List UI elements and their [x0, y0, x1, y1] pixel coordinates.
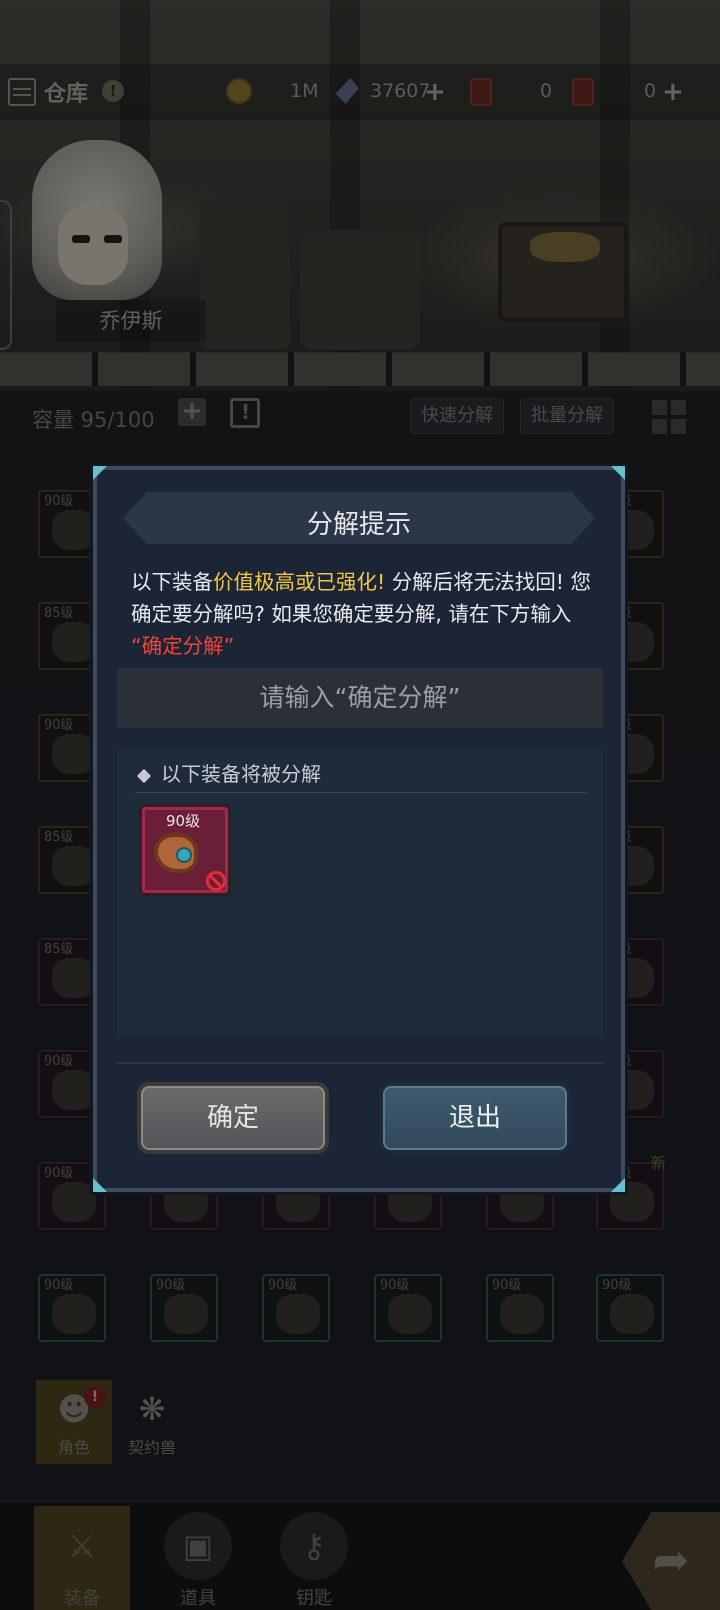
list-header-label: 以下装备将被分解	[161, 762, 321, 786]
confirm-code-text: “确定分解”	[131, 634, 235, 658]
exit-button[interactable]: 退出	[379, 1082, 571, 1154]
game-screen: 仓库 ! 1M 37607 + 0 0 + 乔伊斯 容量 95/100 + 快速…	[0, 0, 720, 1610]
equipment-item-card[interactable]: 90级	[139, 804, 231, 896]
divider	[135, 792, 587, 793]
gem-socket-icon	[176, 847, 192, 863]
decompose-dialog: 分解提示 以下装备价值极高或已强化! 分解后将无法找回! 您确定要分解吗? 如果…	[93, 466, 625, 1192]
decompose-item-list: 以下装备将被分解 90级	[117, 748, 603, 1038]
corner-ornament	[93, 466, 107, 480]
confirm-text-input[interactable]: 请输入“确定分解”	[117, 668, 603, 728]
dialog-title: 分解提示	[306, 510, 411, 540]
corner-ornament	[611, 466, 625, 480]
diamond-bullet-icon	[136, 768, 152, 783]
list-header: 以下装备将被分解	[136, 758, 321, 787]
locked-prohibited-icon	[206, 871, 226, 891]
divider	[117, 1062, 603, 1064]
warning-text-start: 以下装备	[131, 570, 213, 594]
confirm-button[interactable]: 确定	[137, 1082, 329, 1154]
item-level: 90级	[166, 812, 201, 830]
corner-ornament	[611, 1178, 625, 1192]
corner-ornament	[93, 1178, 107, 1192]
warning-message: 以下装备价值极高或已强化! 分解后将无法找回! 您确定要分解吗? 如果您确定要分…	[131, 566, 597, 662]
warning-highlight: 价值极高或已强化!	[213, 570, 386, 594]
